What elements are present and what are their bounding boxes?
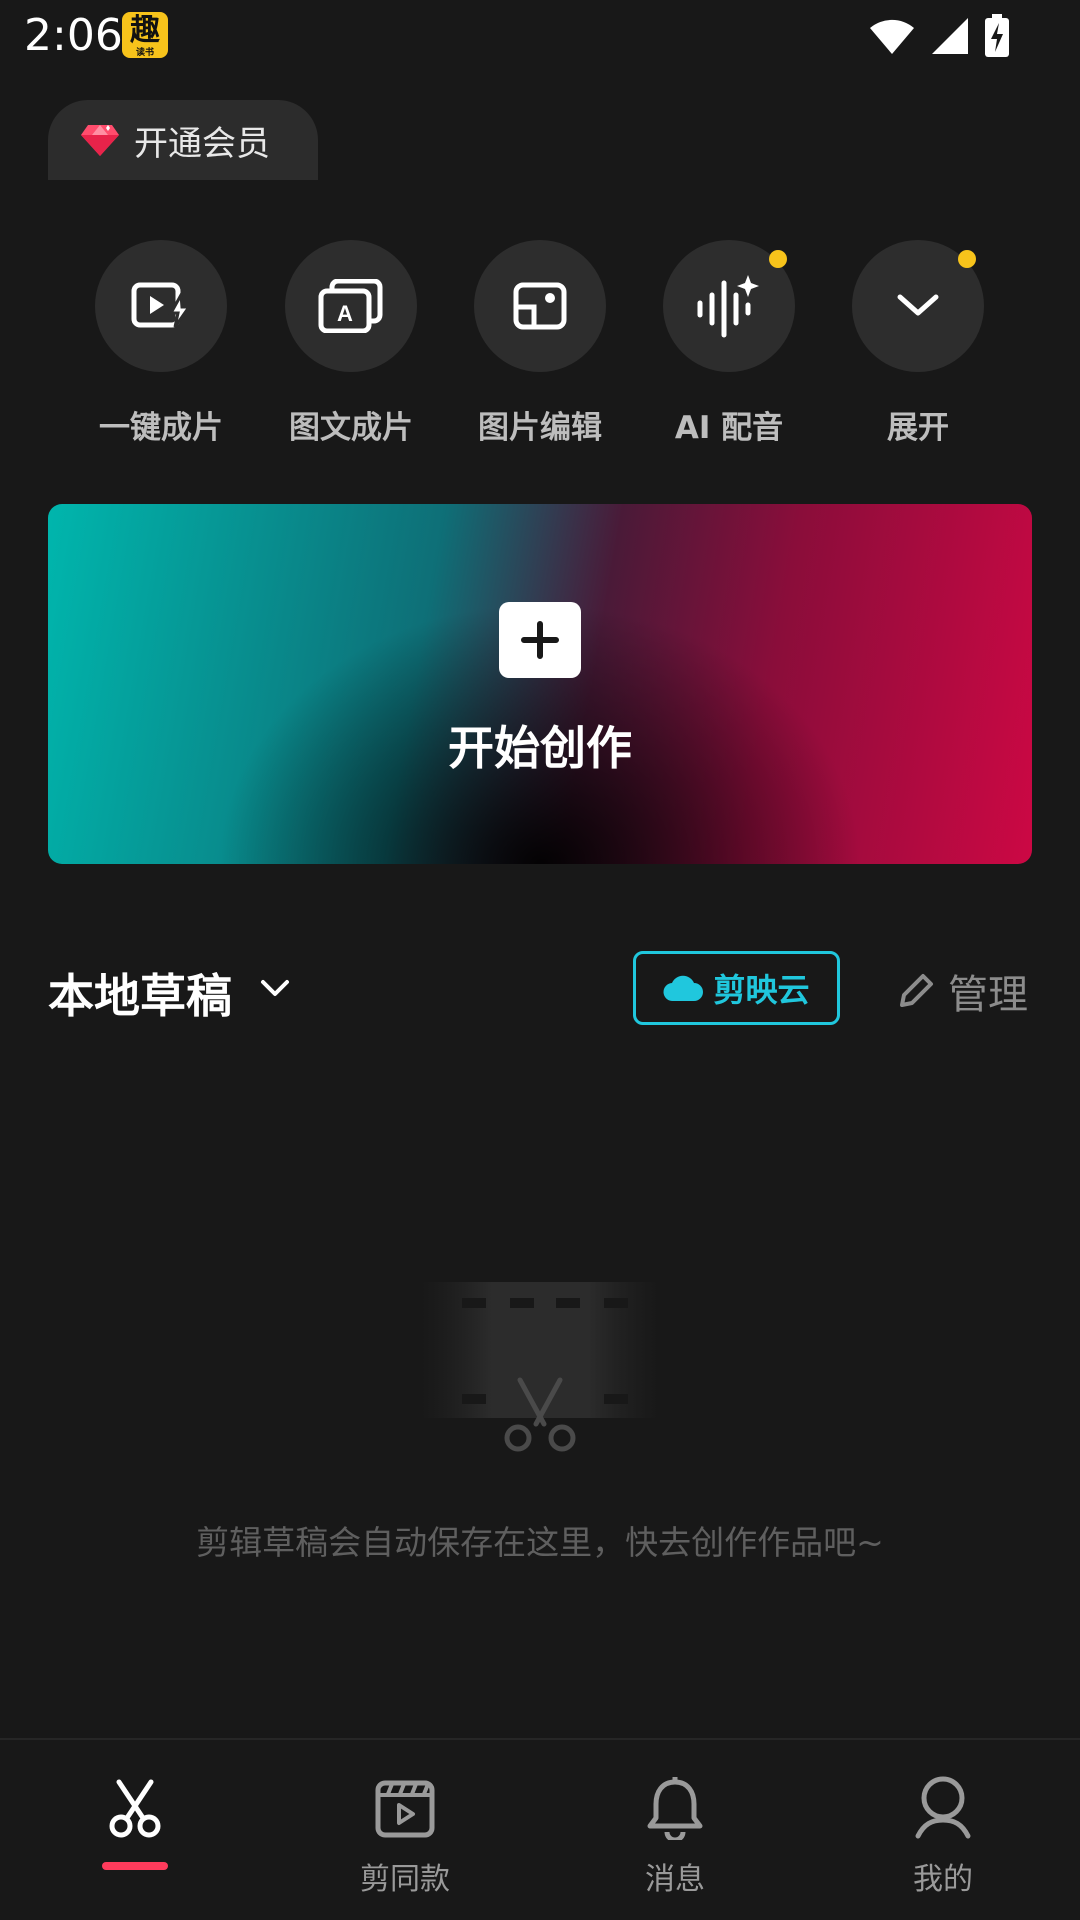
scissors-icon xyxy=(109,1779,161,1838)
active-tab-indicator xyxy=(102,1862,168,1870)
nav-tab-profile[interactable]: 我的 xyxy=(843,1776,1043,1898)
nav-tab-edit[interactable] xyxy=(35,1776,235,1870)
nav-label: 剪同款 xyxy=(360,1862,450,1897)
empty-drafts-text: 剪辑草稿会自动保存在这里，快去创作作品吧~ xyxy=(196,1523,884,1562)
app-badge-char: 趣 xyxy=(130,13,160,48)
tool-expand[interactable]: 展开 xyxy=(843,240,993,447)
bell-icon xyxy=(647,1777,703,1840)
tool-circle xyxy=(95,240,227,372)
manage-button[interactable]: 管理 xyxy=(896,962,1028,1020)
tool-circle: A xyxy=(285,240,417,372)
text-to-video-icon: A xyxy=(318,279,383,333)
app-badge-subtext: 读书 xyxy=(135,48,154,58)
nav-tab-messages[interactable]: 消息 xyxy=(575,1776,775,1898)
ai-voice-icon xyxy=(697,275,759,338)
status-bar: 2:06 趣 读书 xyxy=(0,0,1080,72)
tool-label: 展开 xyxy=(887,410,949,446)
template-clapper-icon xyxy=(375,1780,435,1838)
tool-circle xyxy=(852,240,984,372)
tool-ai-voice[interactable]: AI 配音 xyxy=(654,240,804,447)
film-scissors-icon xyxy=(420,1282,660,1452)
tool-image-edit[interactable]: 图片编辑 xyxy=(465,240,615,447)
notification-dot xyxy=(769,250,787,268)
start-creating-card[interactable]: 开始创作 xyxy=(48,504,1032,864)
tool-label: 图文成片 xyxy=(289,410,413,446)
nav-tab-templates[interactable]: 剪同款 xyxy=(305,1776,505,1898)
tool-circle xyxy=(663,240,795,372)
image-edit-icon xyxy=(513,282,567,330)
tool-label: AI 配音 xyxy=(674,410,784,446)
bottom-navigation: 剪同款 消息 我的 xyxy=(0,1738,1080,1920)
tool-label: 一键成片 xyxy=(99,410,223,446)
chevron-down-icon[interactable] xyxy=(258,974,292,1002)
battery-charging-icon xyxy=(985,14,1009,57)
svg-text:A: A xyxy=(337,301,353,326)
notification-dot xyxy=(958,250,976,268)
nav-label: 我的 xyxy=(913,1862,973,1897)
status-time: 2:06 xyxy=(24,10,123,61)
tool-circle xyxy=(474,240,606,372)
qutoutiao-app-icon: 趣 读书 xyxy=(122,12,168,58)
manage-label: 管理 xyxy=(948,972,1028,1018)
nav-label: 消息 xyxy=(645,1862,705,1897)
tool-label: 图片编辑 xyxy=(478,410,602,446)
cloud-icon xyxy=(663,975,704,1002)
jianying-cloud-button[interactable]: 剪映云 xyxy=(633,951,840,1025)
local-drafts-title[interactable]: 本地草稿 xyxy=(48,960,232,1026)
cloud-label: 剪映云 xyxy=(713,971,810,1009)
cellular-signal-icon xyxy=(932,18,968,54)
vip-label: 开通会员 xyxy=(134,123,270,164)
start-creating-title: 开始创作 xyxy=(448,721,632,775)
wifi-icon xyxy=(870,19,914,54)
video-flash-icon xyxy=(131,282,191,328)
tool-one-click-video[interactable]: 一键成片 xyxy=(86,240,236,447)
profile-icon xyxy=(915,1776,971,1839)
pencil-icon xyxy=(900,974,933,1007)
diamond-icon xyxy=(81,125,119,156)
plus-icon xyxy=(499,602,581,678)
chevron-down-icon xyxy=(897,294,939,316)
tool-text-to-video[interactable]: A 图文成片 xyxy=(276,240,426,447)
vip-membership-button[interactable]: 开通会员 xyxy=(48,100,318,180)
